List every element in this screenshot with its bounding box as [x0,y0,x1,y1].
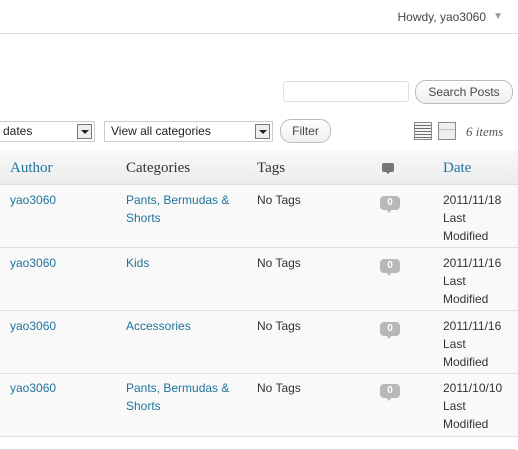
search-posts-button[interactable]: Search Posts [415,80,513,104]
row-date-status-line1: Last [443,337,466,351]
row-date-status-line2: Modified [443,355,489,369]
items-count: 6 items [466,124,504,139]
comment-count-badge[interactable]: 0 [380,384,400,401]
dates-select-value: dates [3,124,33,138]
row-author[interactable]: yao3060 [10,379,56,397]
row-date-status-line1: Last [443,274,466,288]
row-date: 2011/11/18 [443,193,502,207]
row-date-status-line2: Modified [443,417,489,431]
dropdown-caret-icon[interactable] [255,124,270,139]
search-input[interactable] [283,81,409,102]
row-author[interactable]: yao3060 [10,317,56,335]
column-tags: Tags [257,160,286,176]
row-author[interactable]: yao3060 [10,254,56,272]
filter-button[interactable]: Filter [280,119,331,143]
row-date-status-line2: Modified [443,292,489,306]
categories-select-value: View all categories [111,124,211,138]
comments-icon[interactable] [382,163,394,174]
row-tags: No Tags [257,319,301,333]
row-category-line2[interactable]: Shorts [126,209,161,227]
row-category-line2[interactable]: Shorts [126,397,161,415]
row-category-line1[interactable]: Pants, Bermudas & [126,379,229,397]
column-date[interactable]: Date [443,160,471,177]
row-date: 2011/11/16 [443,319,502,333]
row-date-status-line1: Last [443,211,466,225]
dropdown-caret-icon[interactable] [77,124,92,139]
row-tags: No Tags [257,381,301,395]
dates-select[interactable]: dates [0,121,95,142]
row-date-status-line2: Modified [443,229,489,243]
row-category-line1[interactable]: Accessories [126,317,191,335]
excerpt-view-icon[interactable] [438,122,456,140]
row-category-line1[interactable]: Pants, Bermudas & [126,191,229,209]
row-date: 2011/11/16 [443,256,502,270]
column-author[interactable]: Author [10,160,53,177]
row-date-status-line1: Last [443,399,466,413]
comment-count-badge[interactable]: 0 [380,196,400,213]
row-author[interactable]: yao3060 [10,191,56,209]
comment-count-badge[interactable]: 0 [380,259,400,276]
chevron-down-icon[interactable]: ▼ [493,10,503,24]
row-date: 2011/10/10 [443,381,503,395]
row-category-line1[interactable]: Kids [126,254,149,272]
column-categories: Categories [126,160,191,176]
list-view-icon[interactable] [414,122,432,140]
row-tags: No Tags [257,256,301,270]
comment-count-badge[interactable]: 0 [380,322,400,339]
row-tags: No Tags [257,193,301,207]
categories-select[interactable]: View all categories [104,121,273,142]
user-greeting[interactable]: Howdy, yao3060 [398,10,487,24]
